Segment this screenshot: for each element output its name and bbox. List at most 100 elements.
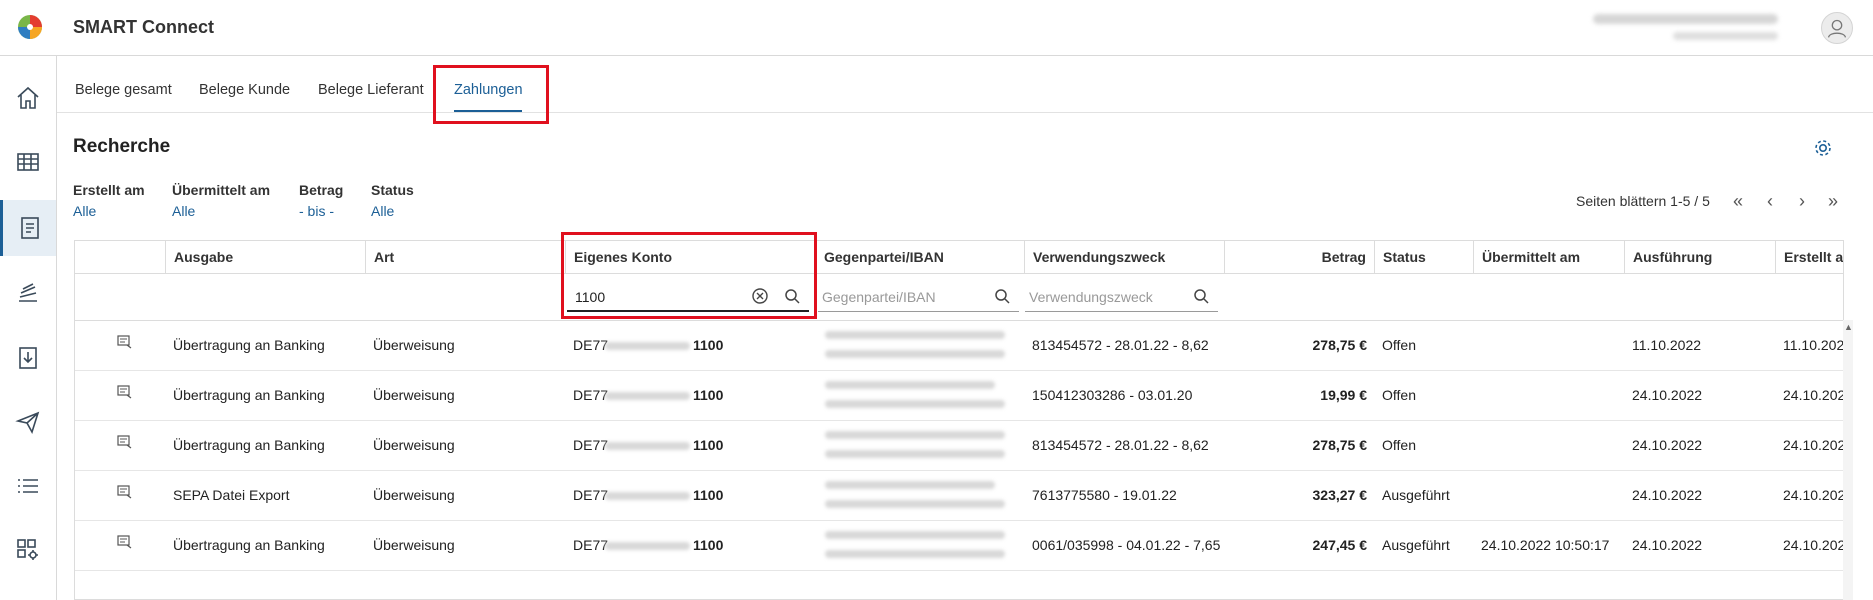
search-icon[interactable] <box>1193 288 1210 305</box>
cell-ausgabe: Übertragung an Banking <box>173 537 325 553</box>
first-page-icon[interactable]: « <box>1727 190 1749 212</box>
table-row[interactable]: Übertragung an Banking Überweisung DE77 … <box>75 321 1844 371</box>
user-avatar-icon[interactable] <box>1821 12 1853 44</box>
search-icon[interactable] <box>994 288 1011 305</box>
table-row[interactable]: Übertragung an Banking Überweisung DE77 … <box>75 521 1843 571</box>
cell-status: Offen <box>1382 387 1416 403</box>
konto-column-highlight-box <box>561 232 817 319</box>
cell-verwendungszweck: 150412303286 - 03.01.20 <box>1032 387 1193 403</box>
sidebar-item-home[interactable] <box>0 70 56 126</box>
column-header-ausfuehrung[interactable]: Ausführung <box>1624 241 1775 274</box>
column-header-icon <box>75 241 165 274</box>
column-header-status[interactable]: Status <box>1374 241 1473 274</box>
prev-page-icon[interactable]: ‹ <box>1759 190 1781 212</box>
sidebar-item-documents[interactable] <box>0 200 56 256</box>
sidebar-item-download[interactable] <box>0 330 56 386</box>
cell-ausfuehrung: 24.10.2022 <box>1632 437 1703 453</box>
gear-icon[interactable] <box>1812 137 1834 159</box>
cell-erstellt: 24.10.2022 <box>1783 487 1843 503</box>
cell-ausgabe: Übertragung an Banking <box>173 437 325 453</box>
gegenpartei-redacted <box>825 431 1005 439</box>
filter-status[interactable]: Status Alle <box>371 182 414 219</box>
document-icon <box>20 217 39 239</box>
scroll-up-icon[interactable]: ▲ <box>1844 322 1853 332</box>
filter-value[interactable]: - bis - <box>299 203 343 219</box>
column-filter-row: 1100 Gegenpartei/IBAN Verwendungszweck <box>75 274 1843 321</box>
apps-settings-icon <box>17 539 38 560</box>
document-type-icon <box>117 335 132 349</box>
document-type-icon <box>117 485 132 499</box>
column-header-betrag[interactable]: Betrag <box>1224 241 1374 274</box>
pager-text: Seiten blättern 1-5 / 5 <box>1576 193 1710 209</box>
sidebar-item-settings-apps[interactable] <box>0 522 56 578</box>
cell-ausfuehrung: 24.10.2022 <box>1632 387 1703 403</box>
cell-verwendungszweck: 7613775580 - 19.01.22 <box>1032 487 1177 503</box>
cell-konto-suffix: 1100 <box>693 537 724 553</box>
last-page-icon[interactable]: » <box>1822 190 1844 212</box>
verwendungszweck-filter-input[interactable]: Verwendungszweck <box>1025 282 1218 312</box>
column-header-gegenpartei[interactable]: Gegenpartei/IBAN <box>815 241 1024 274</box>
tab-bar: Belege gesamt Belege Kunde Belege Liefer… <box>57 56 1873 113</box>
iban-redacted <box>605 342 690 350</box>
table-header: Ausgabe Art Eigenes Konto Gegenpartei/IB… <box>75 241 1843 274</box>
iban-redacted <box>605 392 690 400</box>
table-row[interactable]: SEPA Datei Export Überweisung DE77 1100 … <box>75 471 1843 521</box>
iban-redacted <box>825 350 1005 358</box>
cell-betrag: 19,99 € <box>1320 387 1367 403</box>
cell-betrag: 247,45 € <box>1312 537 1368 553</box>
column-header-uebermittelt[interactable]: Übermittelt am <box>1473 241 1624 274</box>
table-scrollbar[interactable]: ▲ <box>1843 320 1853 600</box>
gegenpartei-redacted <box>825 331 1005 339</box>
next-page-icon[interactable]: › <box>1791 190 1813 212</box>
cell-konto-suffix: 1100 <box>693 337 724 353</box>
column-header-verwendungszweck[interactable]: Verwendungszweck <box>1024 241 1224 274</box>
cell-erstellt: 24.10.2022 <box>1783 437 1843 453</box>
iban-redacted <box>605 492 690 500</box>
gegenpartei-placeholder: Gegenpartei/IBAN <box>822 289 936 305</box>
filter-erstellt-am[interactable]: Erstellt am Alle <box>73 182 145 219</box>
tab-belege-lieferant[interactable]: Belege Lieferant <box>318 82 424 98</box>
cell-betrag: 278,75 € <box>1312 337 1368 353</box>
tab-belege-gesamt[interactable]: Belege gesamt <box>75 82 172 98</box>
top-header: SMART Connect <box>0 0 1873 56</box>
sidebar <box>0 56 57 600</box>
column-header-erstellt[interactable]: Erstellt am <box>1775 241 1843 274</box>
column-header-art[interactable]: Art <box>365 241 565 274</box>
cell-erstellt: 11.10.2022 <box>1783 337 1844 353</box>
filter-uebermittelt-am[interactable]: Übermittelt am Alle <box>172 182 270 219</box>
filter-value[interactable]: Alle <box>371 203 414 219</box>
iban-redacted <box>605 442 690 450</box>
cell-art: Überweisung <box>373 537 455 553</box>
cell-art: Überweisung <box>373 437 455 453</box>
page-title: Recherche <box>73 136 171 157</box>
filter-value[interactable]: Alle <box>73 203 145 219</box>
sidebar-item-list[interactable] <box>0 458 56 514</box>
sidebar-item-stack[interactable] <box>0 266 56 322</box>
cell-betrag: 323,27 € <box>1312 487 1368 503</box>
cell-konto-prefix: DE77 <box>573 337 609 353</box>
filter-label: Erstellt am <box>73 182 145 198</box>
verwendungszweck-placeholder: Verwendungszweck <box>1029 289 1153 305</box>
sidebar-item-table[interactable] <box>0 134 56 190</box>
download-icon <box>19 347 37 369</box>
cell-konto-suffix: 1100 <box>693 437 724 453</box>
home-icon <box>17 86 39 109</box>
document-type-icon <box>117 385 132 399</box>
filter-betrag[interactable]: Betrag - bis - <box>299 182 343 219</box>
table-row[interactable]: Übertragung an Banking Überweisung DE77 … <box>75 421 1843 471</box>
filter-value[interactable]: Alle <box>172 203 270 219</box>
cell-betrag: 278,75 € <box>1312 437 1368 453</box>
cell-status: Offen <box>1382 337 1416 353</box>
filter-label: Betrag <box>299 182 344 198</box>
payments-table: Ausgabe Art Eigenes Konto Gegenpartei/IB… <box>74 240 1844 600</box>
table-row[interactable]: Übertragung an Banking Überweisung DE77 … <box>75 371 1843 421</box>
column-header-ausgabe[interactable]: Ausgabe <box>165 241 365 274</box>
stack-icon <box>19 283 37 302</box>
gegenpartei-filter-input[interactable]: Gegenpartei/IBAN <box>818 282 1019 312</box>
tab-belege-kunde[interactable]: Belege Kunde <box>199 82 290 98</box>
document-type-icon <box>117 535 132 549</box>
gegenpartei-redacted <box>825 531 1005 539</box>
app-logo-icon[interactable] <box>17 14 43 40</box>
sidebar-item-send[interactable] <box>0 394 56 450</box>
cell-verwendungszweck: 813454572 - 28.01.22 - 8,62 <box>1032 337 1209 353</box>
